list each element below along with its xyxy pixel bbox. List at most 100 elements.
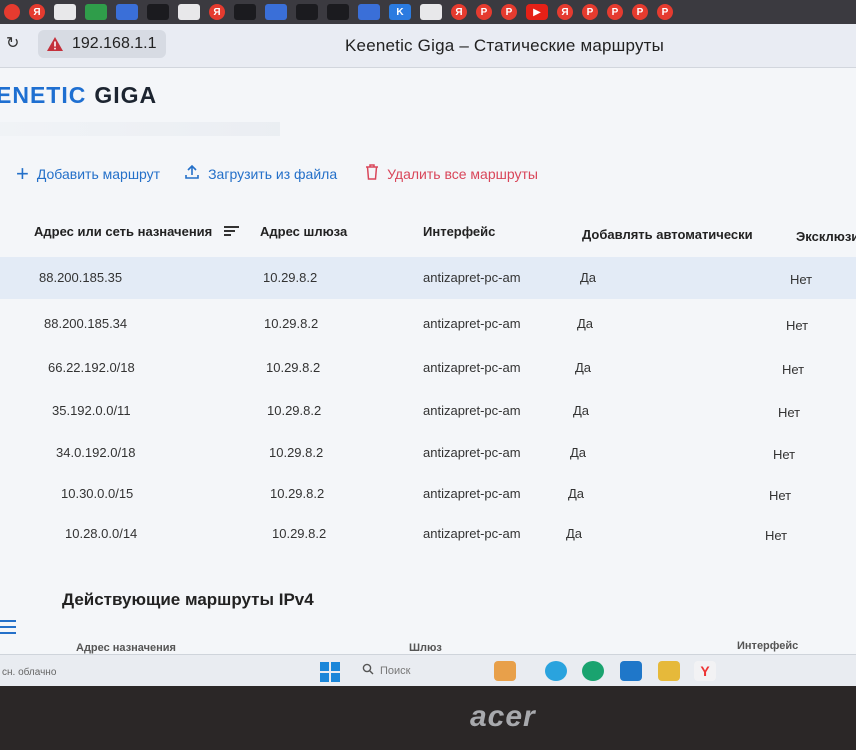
table-row[interactable]: 88.200.185.34 10.29.8.2 antizapret-pc-am… — [0, 303, 856, 345]
widgets-icon[interactable] — [494, 661, 516, 681]
table-row[interactable]: 34.0.192.0/18 10.29.8.2 antizapret-pc-am… — [0, 432, 856, 474]
address-bar[interactable]: 192.168.1.1 — [38, 30, 166, 58]
reload-icon[interactable]: ↻ — [6, 35, 24, 53]
document-bookmark-icon[interactable] — [420, 4, 442, 20]
address-text[interactable]: 192.168.1.1 — [72, 35, 157, 53]
cell-gateway: 10.29.8.2 — [270, 486, 325, 501]
bookmark-icon[interactable] — [265, 4, 287, 20]
add-route-button[interactable]: + Добавить маршрут — [16, 162, 161, 184]
bookmark-icon[interactable] — [327, 4, 349, 20]
keenetic-logo: ENETIC GIGA — [0, 82, 157, 109]
yandex-bookmark-icon[interactable]: Я — [209, 4, 225, 20]
pinterest-bookmark-icon[interactable]: P — [476, 4, 492, 20]
cell-interface: antizapret-pc-am — [423, 486, 521, 501]
warning-icon[interactable] — [46, 36, 64, 52]
cell-gateway: 10.29.8.2 — [263, 270, 318, 285]
header-destination-label: Адрес или сеть назначения — [34, 224, 213, 239]
cell-interface: antizapret-pc-am — [423, 526, 521, 541]
cell-exclusive: Нет — [778, 405, 801, 420]
bookmark-icon[interactable] — [85, 4, 107, 20]
cell-exclusive: Нет — [782, 362, 805, 377]
bookmark-icon[interactable] — [358, 4, 380, 20]
menu-icon[interactable] — [0, 620, 16, 634]
pinterest-bookmark-icon[interactable]: P — [632, 4, 648, 20]
bookmark-icon[interactable] — [116, 4, 138, 20]
mail-icon[interactable] — [620, 661, 642, 681]
telegram-icon[interactable] — [545, 661, 567, 681]
header-destination[interactable]: Адрес или сеть назначения — [34, 224, 240, 240]
delete-all-label: Удалить все маршруты — [387, 165, 538, 182]
route-actions: + Добавить маршрут Загрузить из файла Уд… — [16, 162, 538, 184]
pinterest-bookmark-icon[interactable]: P — [501, 4, 517, 20]
cell-destination: 66.22.192.0/18 — [48, 360, 135, 375]
cell-exclusive: Нет — [790, 272, 813, 287]
cell-auto: Да — [566, 526, 583, 541]
cell-destination: 88.200.185.34 — [44, 316, 128, 331]
cell-interface: antizapret-pc-am — [423, 270, 521, 285]
youtube-bookmark-icon[interactable]: ▶ — [526, 4, 548, 20]
cell-destination: 10.30.0.0/15 — [61, 486, 134, 501]
windows-start-icon[interactable] — [320, 662, 340, 682]
bookmark-icon[interactable] — [147, 4, 169, 20]
table-row[interactable]: 35.192.0.0/11 10.29.8.2 antizapret-pc-am… — [0, 390, 856, 432]
laptop-bezel: acer — [0, 686, 856, 750]
keenetic-bookmark-icon[interactable]: K — [389, 4, 411, 20]
cell-gateway: 10.29.8.2 — [267, 403, 322, 418]
browser-toolbar: ↻ 192.168.1.1 Keenetic Giga – Статически… — [0, 24, 856, 68]
sort-icon[interactable] — [223, 225, 240, 240]
cell-destination: 10.28.0.0/14 — [65, 526, 138, 541]
mail-bookmark-icon[interactable] — [178, 4, 200, 20]
active-routes-title: Действующие маршруты IPv4 — [62, 590, 314, 609]
delete-all-routes-button[interactable]: Удалить все маршруты — [365, 164, 538, 183]
taskbar-search[interactable]: Поиск — [362, 663, 410, 678]
bookmark-icon[interactable] — [54, 4, 76, 20]
table-row[interactable]: 10.28.0.0/14 10.29.8.2 antizapret-pc-am … — [0, 513, 856, 555]
upload-label: Загрузить из файла — [208, 165, 338, 182]
file-explorer-icon[interactable] — [658, 661, 680, 681]
cell-destination: 35.192.0.0/11 — [52, 403, 131, 418]
active-header-destination[interactable]: Адрес назначения — [76, 642, 176, 654]
bookmark-icon[interactable] — [4, 4, 20, 20]
header-interface[interactable]: Интерфейс — [423, 224, 495, 239]
cell-interface: antizapret-pc-am — [423, 360, 521, 375]
active-header-interface[interactable]: Интерфейс — [737, 640, 798, 652]
yandex-bookmark-icon[interactable]: Я — [29, 4, 45, 20]
header-exclusive[interactable]: Эксклюзи — [796, 229, 856, 244]
add-route-label: Добавить маршрут — [36, 165, 161, 182]
cell-auto: Да — [575, 360, 592, 375]
table-row[interactable]: 88.200.185.35 10.29.8.2 antizapret-pc-am… — [0, 257, 856, 299]
cell-interface: antizapret-pc-am — [423, 403, 521, 418]
trash-icon — [365, 164, 379, 183]
edge-icon[interactable] — [582, 661, 604, 681]
cell-auto: Да — [570, 445, 587, 460]
cell-exclusive: Нет — [765, 528, 788, 543]
yandex-bookmark-icon[interactable]: Я — [557, 4, 573, 20]
pinterest-bookmark-icon[interactable]: P — [607, 4, 623, 20]
table-row[interactable]: 10.30.0.0/15 10.29.8.2 antizapret-pc-am … — [0, 473, 856, 515]
routes-table-header: Адрес или сеть назначения Адрес шлюза Ин… — [0, 218, 856, 252]
bookmark-icon[interactable] — [234, 4, 256, 20]
yandex-browser-icon[interactable]: Y — [694, 661, 716, 681]
upload-icon — [184, 164, 200, 183]
window-title: Keenetic Giga – Статические маршруты — [345, 36, 665, 55]
search-placeholder: Поиск — [380, 664, 411, 677]
table-row[interactable]: 66.22.192.0/18 10.29.8.2 antizapret-pc-a… — [0, 347, 856, 389]
yandex-bookmark-icon[interactable]: Я — [451, 4, 467, 20]
bookmark-icon[interactable] — [296, 4, 318, 20]
cell-gateway: 10.29.8.2 — [266, 360, 321, 375]
pinterest-bookmark-icon[interactable]: P — [582, 4, 598, 20]
pinterest-bookmark-icon[interactable]: P — [657, 4, 673, 20]
header-auto[interactable]: Добавлять автоматически — [582, 227, 753, 242]
cell-interface: antizapret-pc-am — [423, 316, 521, 331]
cell-exclusive: Нет — [773, 447, 796, 462]
cell-gateway: 10.29.8.2 — [264, 316, 319, 331]
weather-widget[interactable]: сн. облачно — [2, 667, 56, 678]
header-gateway[interactable]: Адрес шлюза — [260, 224, 347, 239]
upload-from-file-button[interactable]: Загрузить из файла — [184, 164, 337, 183]
bookmarks-bar: Я Я K Я P P ▶ Я P P P P — [0, 0, 856, 24]
cell-interface: antizapret-pc-am — [423, 445, 521, 460]
cell-auto: Да — [577, 316, 594, 331]
cell-gateway: 10.29.8.2 — [272, 526, 327, 541]
active-header-gateway[interactable]: Шлюз — [409, 642, 442, 654]
logo-brand: ENETIC — [0, 82, 87, 108]
